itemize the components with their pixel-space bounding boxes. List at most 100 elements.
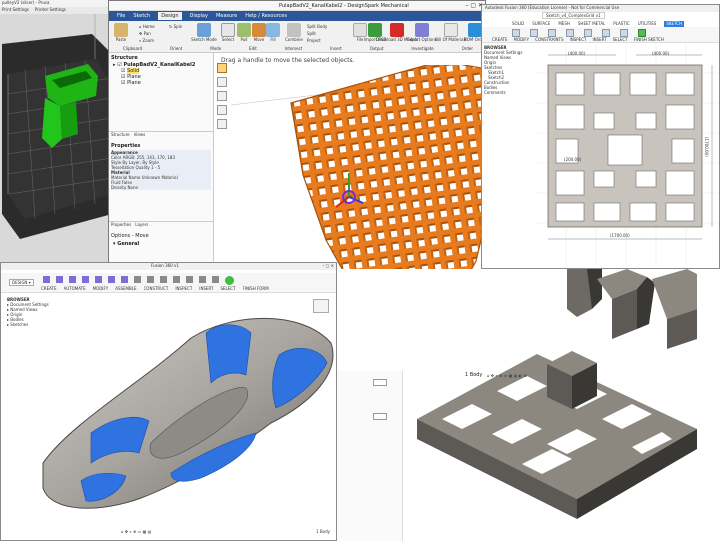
fill-icon bbox=[266, 23, 280, 37]
box-icon[interactable] bbox=[43, 276, 50, 283]
revolve-icon[interactable] bbox=[121, 276, 128, 283]
home-button[interactable]: ⌂ Home bbox=[139, 24, 155, 29]
tab-views[interactable]: Views bbox=[134, 132, 146, 139]
split-body-button[interactable]: Split Body bbox=[307, 24, 327, 29]
structure-tabs: Structure Views bbox=[109, 131, 214, 139]
split-button[interactable]: Split bbox=[307, 31, 327, 36]
modify-icon[interactable] bbox=[147, 276, 154, 283]
select-tool-icon[interactable] bbox=[217, 63, 227, 73]
line-tool-icon[interactable] bbox=[530, 29, 538, 37]
designspark-ribbon: Paste ⌂ Home ✥ Pan ⌕ Zoom ↻ Spin Sketch … bbox=[109, 21, 485, 53]
fusion-viewport[interactable] bbox=[31, 313, 337, 523]
pull-button[interactable]: Pull bbox=[237, 23, 251, 42]
orient-group-2: ↻ Spin bbox=[169, 24, 182, 29]
tab-print-settings[interactable]: Print Settings bbox=[2, 7, 29, 14]
dropdown-v5[interactable] bbox=[373, 413, 387, 420]
tree-item-plane-2[interactable]: ☑ Plane bbox=[113, 80, 195, 86]
menu-display[interactable]: Display bbox=[190, 13, 208, 19]
dropdown-v2[interactable] bbox=[373, 379, 387, 386]
inspect-tool-icon[interactable] bbox=[602, 29, 610, 37]
slicer-viewport[interactable] bbox=[0, 14, 112, 262]
pull-icon bbox=[237, 23, 251, 37]
fusion-titlebar: Fusion 360 v1 – ▢ ✕ bbox=[1, 263, 336, 270]
tab-properties[interactable]: Properties bbox=[111, 222, 131, 229]
dim-label: (1700.00) bbox=[704, 137, 709, 157]
fusion-window: Fusion 360 v1 – ▢ ✕ DESIGN ▾ CREATE AUTO bbox=[0, 262, 337, 541]
options-general[interactable]: ▾ General bbox=[113, 241, 139, 247]
inspect-icon[interactable] bbox=[186, 276, 193, 283]
slicer-window: pulleyV2 (slicer) - Prusa Print Settings… bbox=[0, 0, 112, 262]
browser-item[interactable]: Comments bbox=[484, 90, 534, 95]
project-button[interactable]: Project bbox=[307, 38, 327, 43]
cylinder-icon[interactable] bbox=[69, 276, 76, 283]
dim-label: (1700.00) bbox=[610, 233, 630, 238]
cursor-icon bbox=[221, 23, 235, 37]
sphere-icon[interactable] bbox=[56, 276, 63, 283]
3d-icon bbox=[390, 23, 404, 37]
tab-layers[interactable]: Layers bbox=[135, 222, 148, 229]
select-icon[interactable] bbox=[212, 276, 219, 283]
zoom-button[interactable]: ⌕ Zoom bbox=[139, 38, 155, 43]
finish-sketch-icon[interactable] bbox=[638, 29, 646, 37]
sketch-tool-icon[interactable] bbox=[512, 29, 520, 37]
assemble-icon[interactable] bbox=[160, 276, 167, 283]
menu-sketch[interactable]: Sketch bbox=[133, 13, 150, 19]
lattice-nav-bar[interactable]: ⌂ ✥ ⌕ ⊕ ▭ ▦ ▤ ◐ ⊞ bbox=[487, 373, 527, 378]
up-to-tool-icon[interactable] bbox=[217, 119, 227, 129]
menu-measure[interactable]: Measure bbox=[216, 13, 237, 19]
paste-button[interactable]: Paste bbox=[112, 23, 130, 42]
bill-of-materials-button[interactable]: Bill Of Materials bbox=[435, 23, 467, 42]
designspark-title: PulapBadV2_KanalKabel2 - DesignSpark Mec… bbox=[279, 3, 409, 9]
slicer-tabbar: Print Settings Printer Settings bbox=[0, 7, 112, 14]
structure-heading: Structure bbox=[111, 55, 138, 61]
tab-structure[interactable]: Structure bbox=[111, 132, 130, 139]
torus-icon[interactable] bbox=[82, 276, 89, 283]
plane-icon[interactable] bbox=[95, 276, 102, 283]
pan-button[interactable]: ✥ Pan bbox=[139, 31, 155, 36]
extrude-icon[interactable] bbox=[108, 276, 115, 283]
construct-icon[interactable] bbox=[173, 276, 180, 283]
toolbar-labels: CREATE MODIFY CONSTRAINTS INSPECT INSERT… bbox=[492, 37, 664, 42]
view-cube[interactable] bbox=[313, 299, 329, 313]
export-options-button[interactable]: Export Options bbox=[407, 23, 437, 42]
combine-button[interactable]: Combine bbox=[283, 23, 305, 42]
fill-button[interactable]: Fill bbox=[266, 23, 280, 42]
insert-tool-icon[interactable] bbox=[620, 29, 628, 37]
list-icon bbox=[444, 23, 458, 37]
designspark-menubar: File Sketch Design Display Measure Help … bbox=[109, 11, 485, 21]
structure-tree: ▸ ☑ PulapBadV2_KanalKabel2 ☑ Solid ☑ Pla… bbox=[113, 62, 195, 86]
dim-label: (400.00) bbox=[652, 51, 670, 56]
spin-button[interactable]: ↻ Spin bbox=[169, 24, 182, 29]
lattice-structure bbox=[417, 269, 697, 519]
tab-printer-settings[interactable]: Printer Settings bbox=[35, 7, 66, 14]
options-heading: Options - Move bbox=[111, 233, 149, 239]
finish-form-icon[interactable] bbox=[225, 276, 234, 285]
fusion-nav-bar[interactable]: ⌂ ✥ ⌕ ⊕ ▭ ▦ ▤ bbox=[121, 529, 151, 534]
fusion-sketch-browser: BROWSER Document Settings Named Views Or… bbox=[484, 45, 534, 95]
fusion-sketch-toolbar: CREATE MODIFY CONSTRAINTS INSPECT INSERT… bbox=[482, 27, 719, 43]
file-icon bbox=[353, 23, 367, 37]
rect-tool-icon[interactable] bbox=[548, 29, 556, 37]
circle-tool-icon[interactable] bbox=[566, 29, 574, 37]
menu-design[interactable]: Design bbox=[158, 12, 182, 20]
lattice-viewport[interactable] bbox=[397, 269, 720, 541]
workspace-dropdown[interactable]: DESIGN ▾ bbox=[9, 279, 34, 286]
constraint-tool-icon[interactable] bbox=[584, 29, 592, 37]
fusion-toolbar: DESIGN ▾ CREATE AUTOMATE MODIFY ASSEMBLE… bbox=[1, 273, 336, 293]
menu-help[interactable]: Help / Resources bbox=[245, 13, 287, 19]
ribbon-group-labels: Clipboard Orient Mode Edit Intersect Ins… bbox=[122, 46, 473, 51]
anchor-tool-icon[interactable] bbox=[217, 77, 227, 87]
sketch-canvas[interactable] bbox=[536, 43, 720, 265]
menu-file[interactable]: File bbox=[117, 13, 125, 19]
document-tab[interactable]: Sketch_v4_ComplexGrid v1 bbox=[542, 12, 605, 19]
insert-icon[interactable] bbox=[199, 276, 206, 283]
sketch-mode-button[interactable]: Sketch Mode bbox=[191, 23, 217, 42]
prop-row[interactable]: Density None bbox=[111, 185, 211, 190]
select-button[interactable]: Select bbox=[219, 23, 237, 42]
axis-tool-icon[interactable] bbox=[217, 91, 227, 101]
download-3d-button[interactable]: Download 3D Models bbox=[376, 23, 418, 42]
slicer-title: pulleyV2 (slicer) - Prusa bbox=[2, 0, 50, 5]
automate-icon[interactable] bbox=[134, 276, 141, 283]
move-button[interactable]: Move bbox=[252, 23, 266, 42]
ruler-tool-icon[interactable] bbox=[217, 105, 227, 115]
